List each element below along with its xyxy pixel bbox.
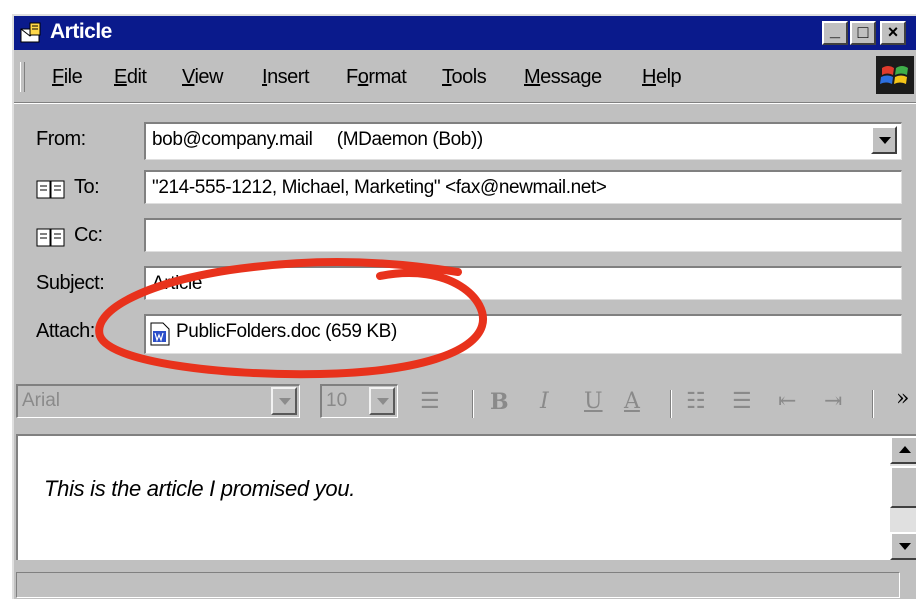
compose-window: Article _ □ × File Edit View Insert Form… — [12, 14, 916, 599]
size-dropdown-button[interactable] — [369, 387, 395, 415]
attach-label: Attach: — [36, 320, 95, 342]
subject-label: Subject: — [36, 272, 105, 294]
font-color-icon[interactable]: A — [624, 389, 640, 414]
address-book-icon[interactable] — [36, 178, 66, 200]
message-text: This is the article I promised you. — [44, 476, 356, 501]
chevron-up-icon — [899, 446, 911, 453]
scroll-down-button[interactable] — [890, 532, 916, 560]
windows-logo-icon — [876, 56, 914, 94]
attachment-filename[interactable]: PublicFolders.doc (659 KB) — [176, 321, 397, 343]
menu-edit[interactable]: Edit — [114, 66, 147, 89]
status-bar — [14, 566, 916, 599]
close-button[interactable]: × — [880, 21, 906, 45]
maximize-icon: □ — [857, 22, 869, 42]
subject-field[interactable]: Article — [144, 266, 902, 300]
font-size-value: 10 — [326, 390, 348, 411]
window-title: Article — [50, 20, 112, 43]
font-dropdown-button[interactable] — [271, 387, 297, 415]
menu-help[interactable]: Help — [642, 66, 682, 89]
attach-field[interactable]: PublicFolders.doc (659 KB) — [144, 314, 902, 354]
toolbar-separator — [472, 390, 474, 418]
indent-icon[interactable]: ⇥ — [824, 389, 842, 414]
word-document-icon[interactable] — [150, 322, 170, 346]
numbered-list-icon[interactable]: ☷ — [686, 389, 706, 414]
bold-icon[interactable]: B — [490, 389, 509, 415]
vertical-scrollbar[interactable] — [890, 436, 916, 560]
menu-separator — [14, 102, 916, 104]
italic-icon[interactable]: I — [540, 389, 549, 414]
to-field[interactable]: "214-555-1212, Michael, Marketing" <fax@… — [144, 170, 902, 204]
to-label: To: — [74, 176, 100, 198]
menu-view[interactable]: View — [182, 66, 223, 89]
font-value: Arial — [22, 390, 61, 411]
toolbar-separator — [670, 390, 672, 418]
menu-insert[interactable]: Insert — [262, 66, 310, 89]
message-body[interactable]: This is the article I promised you. — [16, 434, 916, 560]
menu-tools[interactable]: Tools — [442, 66, 487, 89]
outdent-icon[interactable]: ⇤ — [778, 389, 796, 414]
chevron-down-icon — [879, 137, 891, 144]
from-dropdown-button[interactable] — [871, 126, 897, 154]
font-select[interactable]: Arial — [16, 384, 300, 418]
cc-label: Cc: — [74, 224, 103, 246]
font-size-select[interactable]: 10 — [320, 384, 398, 418]
from-label: From: — [36, 128, 86, 150]
status-panel — [16, 572, 900, 598]
cc-field[interactable] — [144, 218, 902, 252]
maximize-button[interactable]: □ — [850, 21, 876, 45]
title-bar: Article _ □ × — [14, 16, 916, 50]
paragraph-style-icon[interactable]: ☰ — [420, 389, 440, 414]
minimize-icon: _ — [829, 20, 840, 40]
envelope-icon — [20, 22, 41, 43]
minimize-button[interactable]: _ — [822, 21, 848, 45]
chevron-down-icon — [377, 398, 389, 405]
from-value: bob@company.mail (MDaemon (Bob)) — [152, 129, 483, 150]
menu-file[interactable]: File — [52, 66, 83, 89]
menu-format[interactable]: Format — [346, 66, 407, 89]
menu-bar: File Edit View Insert Format Tools Messa… — [14, 52, 916, 98]
from-select[interactable]: bob@company.mail (MDaemon (Bob)) — [144, 122, 902, 160]
bulleted-list-icon[interactable]: ☰ — [732, 389, 752, 414]
toolbar-separator — [872, 390, 874, 418]
format-toolbar: Arial 10 ☰ B I U A ☷ ☰ ⇤ ⇥ » — [14, 382, 916, 426]
close-icon: × — [887, 22, 899, 42]
scroll-up-button[interactable] — [890, 436, 916, 464]
chevron-down-icon — [899, 543, 911, 550]
to-value: "214-555-1212, Michael, Marketing" <fax@… — [152, 177, 607, 198]
scroll-thumb[interactable] — [890, 466, 916, 508]
chevron-down-icon — [279, 398, 291, 405]
more-tools-icon[interactable]: » — [896, 386, 909, 411]
address-book-icon[interactable] — [36, 226, 66, 248]
underline-icon[interactable]: U — [584, 389, 603, 414]
menu-format-label: Format — [346, 66, 407, 88]
subject-value: Article — [152, 273, 202, 294]
menu-message[interactable]: Message — [524, 66, 602, 89]
toolbar-grip[interactable] — [20, 62, 25, 92]
